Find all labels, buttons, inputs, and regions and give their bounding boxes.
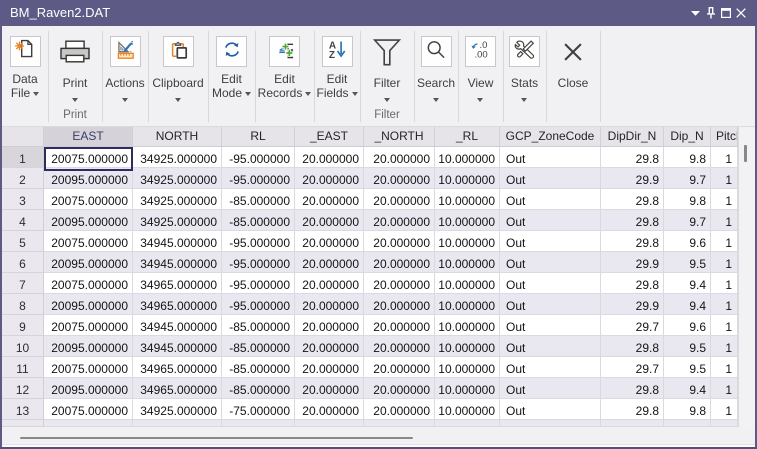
svg-text:.00: .00 — [474, 49, 487, 60]
svg-text:Z: Z — [329, 49, 335, 59]
